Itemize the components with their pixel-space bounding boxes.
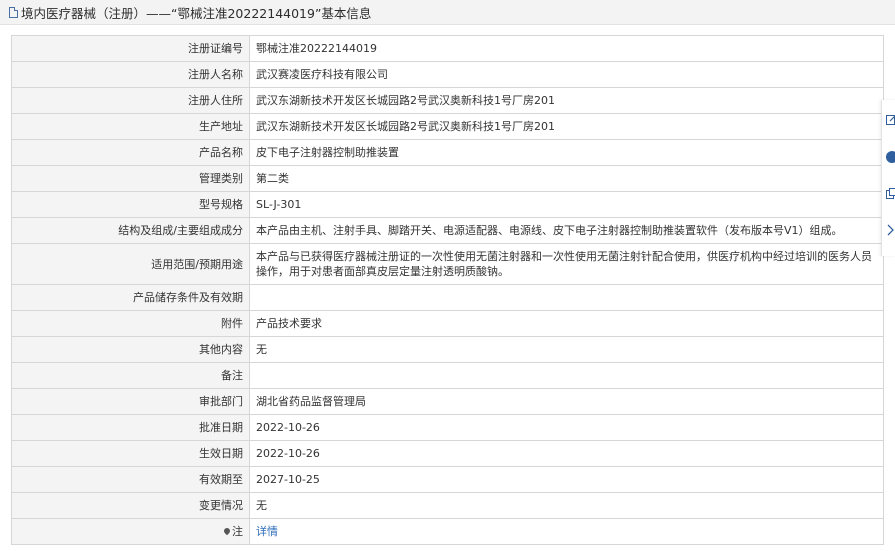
row-label: 适用范围/预期用途	[11, 243, 250, 285]
table-row: 备注	[11, 362, 884, 389]
row-label: 产品名称	[11, 139, 250, 166]
row-value: 无	[249, 492, 884, 519]
table-row: 管理类别 第二类	[11, 165, 884, 192]
copy-icon[interactable]	[886, 188, 895, 200]
table-row: 注册证编号 鄂械注准20222144019	[11, 35, 884, 62]
row-value: 详情	[249, 518, 884, 545]
page-title: 境内医疗器械（注册）——“鄂械注准20222144019”基本信息	[21, 5, 372, 21]
chevron-right-icon[interactable]	[886, 224, 895, 236]
row-value: 鄂械注准20222144019	[249, 35, 884, 62]
edit-icon[interactable]	[886, 114, 895, 126]
table-row: 注册人住所 武汉东湖新技术开发区长城园路2号武汉奥新科技1号厂房201	[11, 87, 884, 114]
page-title-bar: 境内医疗器械（注册）——“鄂械注准20222144019”基本信息	[0, 0, 895, 25]
row-value: 无	[249, 336, 884, 363]
row-value: 湖北省药品监督管理局	[249, 388, 884, 415]
row-label: 注册证编号	[11, 35, 250, 62]
row-label: 注册人名称	[11, 61, 250, 88]
row-label: 注	[232, 525, 243, 538]
row-label: 产品储存条件及有效期	[11, 284, 250, 311]
table-row: 注 详情	[11, 518, 884, 545]
row-value: 2022-10-26	[249, 414, 884, 441]
table-row: 审批部门 湖北省药品监督管理局	[11, 388, 884, 415]
page: 境内医疗器械（注册）——“鄂械注准20222144019”基本信息 注册证编号 …	[0, 0, 895, 551]
row-label: 生效日期	[11, 440, 250, 467]
row-value	[249, 362, 884, 389]
table-row: 生效日期 2022-10-26	[11, 440, 884, 467]
table-row: 产品储存条件及有效期	[11, 284, 884, 311]
row-value: 第二类	[249, 165, 884, 192]
row-label: 注册人住所	[11, 87, 250, 114]
note-label-cell: 注	[11, 518, 250, 545]
row-value: 2022-10-26	[249, 440, 884, 467]
table-row: 适用范围/预期用途 本产品与已获得医疗器械注册证的一次性使用无菌注射器和一次性使…	[11, 243, 884, 285]
table-row: 变更情况 无	[11, 492, 884, 519]
row-value: SL-J-301	[249, 191, 884, 218]
row-value	[249, 284, 884, 311]
row-value: 武汉东湖新技术开发区长城园路2号武汉奥新科技1号厂房201	[249, 87, 884, 114]
row-label: 备注	[11, 362, 250, 389]
row-value: 武汉赛凌医疗科技有限公司	[249, 61, 884, 88]
table-row: 型号规格 SL-J-301	[11, 191, 884, 218]
row-value: 本产品由主机、注射手具、脚踏开关、电源适配器、电源线、皮下电子注射器控制助推装置…	[249, 217, 884, 244]
info-table: 注册证编号 鄂械注准20222144019 注册人名称 武汉赛凌医疗科技有限公司…	[11, 35, 884, 545]
row-label: 结构及组成/主要组成成分	[11, 217, 250, 244]
table-row: 有效期至 2027-10-25	[11, 466, 884, 493]
row-label: 审批部门	[11, 388, 250, 415]
row-label: 附件	[11, 310, 250, 337]
row-value: 武汉东湖新技术开发区长城园路2号武汉奥新科技1号厂房201	[249, 113, 884, 140]
table-row: 生产地址 武汉东湖新技术开发区长城园路2号武汉奥新科技1号厂房201	[11, 113, 884, 140]
details-link[interactable]: 详情	[256, 525, 278, 538]
table-row: 结构及组成/主要组成成分 本产品由主机、注射手具、脚踏开关、电源适配器、电源线、…	[11, 217, 884, 244]
table-row: 附件 产品技术要求	[11, 310, 884, 337]
table-row: 注册人名称 武汉赛凌医疗科技有限公司	[11, 61, 884, 88]
row-label: 批准日期	[11, 414, 250, 441]
side-toolbar: ?	[881, 100, 895, 256]
row-label: 型号规格	[11, 191, 250, 218]
table-row: 批准日期 2022-10-26	[11, 414, 884, 441]
row-value: 皮下电子注射器控制助推装置	[249, 139, 884, 166]
row-label: 有效期至	[11, 466, 250, 493]
row-value: 本产品与已获得医疗器械注册证的一次性使用无菌注射器和一次性使用无菌注射针配合使用…	[249, 243, 884, 285]
row-label: 其他内容	[11, 336, 250, 363]
table-row: 产品名称 皮下电子注射器控制助推装置	[11, 139, 884, 166]
location-pin-icon	[222, 526, 232, 536]
document-icon	[9, 6, 18, 18]
row-label: 管理类别	[11, 165, 250, 192]
row-label: 生产地址	[11, 113, 250, 140]
row-value: 2027-10-25	[249, 466, 884, 493]
row-value: 产品技术要求	[249, 310, 884, 337]
row-label: 变更情况	[11, 492, 250, 519]
help-icon[interactable]: ?	[886, 151, 895, 163]
table-row: 其他内容 无	[11, 336, 884, 363]
